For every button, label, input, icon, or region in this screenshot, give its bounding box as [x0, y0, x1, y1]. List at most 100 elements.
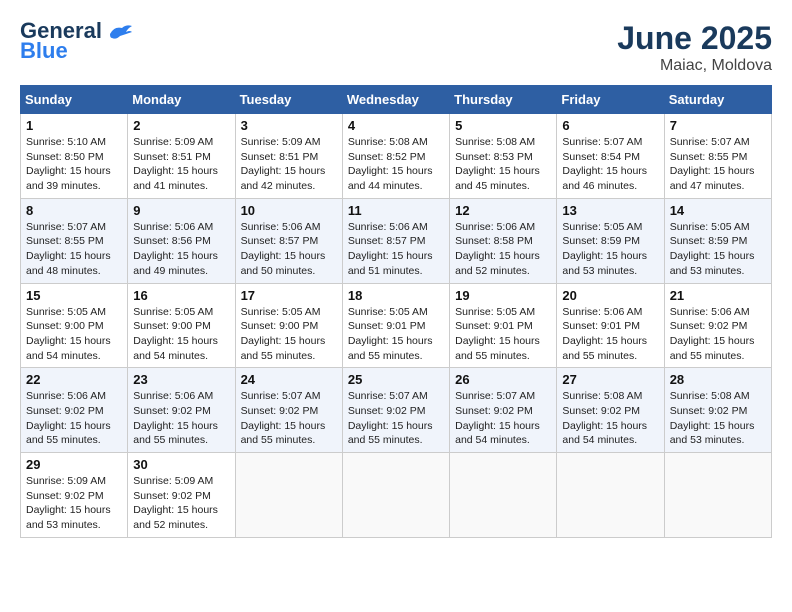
day-number: 3	[241, 118, 337, 133]
calendar-cell: 29 Sunrise: 5:09 AM Sunset: 9:02 PM Dayli…	[21, 453, 128, 538]
day-info: Sunrise: 5:05 AM Sunset: 9:01 PM Dayligh…	[348, 305, 444, 364]
calendar-cell: 26 Sunrise: 5:07 AM Sunset: 9:02 PM Dayli…	[450, 368, 557, 453]
calendar-cell: 19Sunrise: 5:05 AM Sunset: 9:01 PM Dayli…	[450, 283, 557, 368]
weekday-header-monday: Monday	[128, 86, 235, 114]
day-info: Sunrise: 5:09 AM Sunset: 8:51 PM Dayligh…	[133, 135, 229, 194]
day-number: 5	[455, 118, 551, 133]
day-info: Sunrise: 5:05 AM Sunset: 9:00 PM Dayligh…	[241, 305, 337, 364]
day-number: 15	[26, 288, 122, 303]
day-info: Sunrise: 5:05 AM Sunset: 8:59 PM Dayligh…	[562, 220, 658, 279]
day-number: 12	[455, 203, 551, 218]
day-number: 29	[26, 457, 122, 472]
day-info: Sunrise: 5:07 AM Sunset: 9:02 PM Dayligh…	[348, 389, 444, 448]
calendar-cell: 16 Sunrise: 5:05 AM Sunset: 9:00 PM Dayli…	[128, 283, 235, 368]
day-number: 19	[455, 288, 551, 303]
day-info: Sunrise: 5:05 AM Sunset: 9:00 PM Dayligh…	[133, 305, 229, 364]
day-number: 20	[562, 288, 658, 303]
calendar-cell: 30 Sunrise: 5:09 AM Sunset: 9:02 PM Dayli…	[128, 453, 235, 538]
logo-blue-text: Blue	[20, 40, 68, 62]
calendar-week-row-3: 15 Sunrise: 5:05 AM Sunset: 9:00 PM Dayli…	[21, 283, 772, 368]
calendar-cell: 9 Sunrise: 5:06 AM Sunset: 8:56 PM Daylig…	[128, 198, 235, 283]
day-info: Sunrise: 5:07 AM Sunset: 9:02 PM Dayligh…	[455, 389, 551, 448]
day-number: 16	[133, 288, 229, 303]
weekday-header-row: SundayMondayTuesdayWednesdayThursdayFrid…	[21, 86, 772, 114]
day-info: Sunrise: 5:06 AM Sunset: 8:58 PM Dayligh…	[455, 220, 551, 279]
calendar-cell: 27 Sunrise: 5:08 AM Sunset: 9:02 PM Dayli…	[557, 368, 664, 453]
day-number: 25	[348, 372, 444, 387]
calendar-cell: 7 Sunrise: 5:07 AM Sunset: 8:55 PM Daylig…	[664, 114, 771, 199]
day-info: Sunrise: 5:06 AM Sunset: 9:02 PM Dayligh…	[26, 389, 122, 448]
calendar-cell	[664, 453, 771, 538]
day-info: Sunrise: 5:09 AM Sunset: 9:02 PM Dayligh…	[26, 474, 122, 533]
calendar-cell: 10 Sunrise: 5:06 AM Sunset: 8:57 PM Dayli…	[235, 198, 342, 283]
day-number: 9	[133, 203, 229, 218]
calendar-cell	[342, 453, 449, 538]
day-info: Sunrise: 5:09 AM Sunset: 9:02 PM Dayligh…	[133, 474, 229, 533]
day-number: 6	[562, 118, 658, 133]
calendar-cell	[450, 453, 557, 538]
calendar-cell: 20Sunrise: 5:06 AM Sunset: 9:01 PM Dayli…	[557, 283, 664, 368]
calendar-cell: 18 Sunrise: 5:05 AM Sunset: 9:01 PM Dayli…	[342, 283, 449, 368]
calendar-week-row-4: 22 Sunrise: 5:06 AM Sunset: 9:02 PM Dayli…	[21, 368, 772, 453]
location: Maiac, Moldova	[617, 57, 772, 75]
day-info: Sunrise: 5:06 AM Sunset: 8:57 PM Dayligh…	[241, 220, 337, 279]
calendar-cell: 12 Sunrise: 5:06 AM Sunset: 8:58 PM Dayli…	[450, 198, 557, 283]
logo-bird-icon	[106, 20, 134, 42]
calendar-cell: 28 Sunrise: 5:08 AM Sunset: 9:02 PM Dayli…	[664, 368, 771, 453]
calendar-cell: 24Sunrise: 5:07 AM Sunset: 9:02 PM Dayli…	[235, 368, 342, 453]
calendar-cell: 6Sunrise: 5:07 AM Sunset: 8:54 PM Daylig…	[557, 114, 664, 199]
calendar-cell: 14Sunrise: 5:05 AM Sunset: 8:59 PM Dayli…	[664, 198, 771, 283]
calendar-cell: 23 Sunrise: 5:06 AM Sunset: 9:02 PM Dayli…	[128, 368, 235, 453]
weekday-header-sunday: Sunday	[21, 86, 128, 114]
day-info: Sunrise: 5:07 AM Sunset: 8:55 PM Dayligh…	[26, 220, 122, 279]
logo: General Blue	[20, 20, 134, 62]
day-info: Sunrise: 5:06 AM Sunset: 9:02 PM Dayligh…	[670, 305, 766, 364]
weekday-header-thursday: Thursday	[450, 86, 557, 114]
calendar-cell: 22 Sunrise: 5:06 AM Sunset: 9:02 PM Dayli…	[21, 368, 128, 453]
day-number: 26	[455, 372, 551, 387]
day-number: 23	[133, 372, 229, 387]
day-number: 2	[133, 118, 229, 133]
day-number: 10	[241, 203, 337, 218]
day-info: Sunrise: 5:05 AM Sunset: 9:00 PM Dayligh…	[26, 305, 122, 364]
day-number: 1	[26, 118, 122, 133]
day-info: Sunrise: 5:08 AM Sunset: 9:02 PM Dayligh…	[670, 389, 766, 448]
day-info: Sunrise: 5:07 AM Sunset: 8:55 PM Dayligh…	[670, 135, 766, 194]
day-number: 22	[26, 372, 122, 387]
day-info: Sunrise: 5:06 AM Sunset: 9:02 PM Dayligh…	[133, 389, 229, 448]
day-number: 27	[562, 372, 658, 387]
weekday-header-saturday: Saturday	[664, 86, 771, 114]
weekday-header-tuesday: Tuesday	[235, 86, 342, 114]
day-number: 11	[348, 203, 444, 218]
calendar-week-row-2: 8Sunrise: 5:07 AM Sunset: 8:55 PM Daylig…	[21, 198, 772, 283]
calendar-cell: 3 Sunrise: 5:09 AM Sunset: 8:51 PM Daylig…	[235, 114, 342, 199]
day-info: Sunrise: 5:08 AM Sunset: 9:02 PM Dayligh…	[562, 389, 658, 448]
day-info: Sunrise: 5:07 AM Sunset: 9:02 PM Dayligh…	[241, 389, 337, 448]
calendar-cell: 21 Sunrise: 5:06 AM Sunset: 9:02 PM Dayli…	[664, 283, 771, 368]
day-number: 30	[133, 457, 229, 472]
calendar-week-row-1: 1Sunrise: 5:10 AM Sunset: 8:50 PM Daylig…	[21, 114, 772, 199]
day-info: Sunrise: 5:05 AM Sunset: 8:59 PM Dayligh…	[670, 220, 766, 279]
day-number: 18	[348, 288, 444, 303]
calendar-cell: 11Sunrise: 5:06 AM Sunset: 8:57 PM Dayli…	[342, 198, 449, 283]
calendar-cell: 8Sunrise: 5:07 AM Sunset: 8:55 PM Daylig…	[21, 198, 128, 283]
day-number: 7	[670, 118, 766, 133]
day-info: Sunrise: 5:06 AM Sunset: 8:56 PM Dayligh…	[133, 220, 229, 279]
calendar-cell: 2 Sunrise: 5:09 AM Sunset: 8:51 PM Daylig…	[128, 114, 235, 199]
day-number: 4	[348, 118, 444, 133]
calendar-cell	[235, 453, 342, 538]
day-info: Sunrise: 5:09 AM Sunset: 8:51 PM Dayligh…	[241, 135, 337, 194]
day-number: 17	[241, 288, 337, 303]
calendar-week-row-5: 29 Sunrise: 5:09 AM Sunset: 9:02 PM Dayli…	[21, 453, 772, 538]
calendar-cell: 25 Sunrise: 5:07 AM Sunset: 9:02 PM Dayli…	[342, 368, 449, 453]
title-block: June 2025 Maiac, Moldova	[617, 20, 772, 75]
day-info: Sunrise: 5:08 AM Sunset: 8:52 PM Dayligh…	[348, 135, 444, 194]
day-number: 28	[670, 372, 766, 387]
day-number: 21	[670, 288, 766, 303]
calendar-cell: 1Sunrise: 5:10 AM Sunset: 8:50 PM Daylig…	[21, 114, 128, 199]
calendar-cell: 15 Sunrise: 5:05 AM Sunset: 9:00 PM Dayli…	[21, 283, 128, 368]
calendar-cell	[557, 453, 664, 538]
day-info: Sunrise: 5:08 AM Sunset: 8:53 PM Dayligh…	[455, 135, 551, 194]
calendar-cell: 17 Sunrise: 5:05 AM Sunset: 9:00 PM Dayli…	[235, 283, 342, 368]
page-header: General Blue June 2025 Maiac, Moldova	[20, 20, 772, 75]
